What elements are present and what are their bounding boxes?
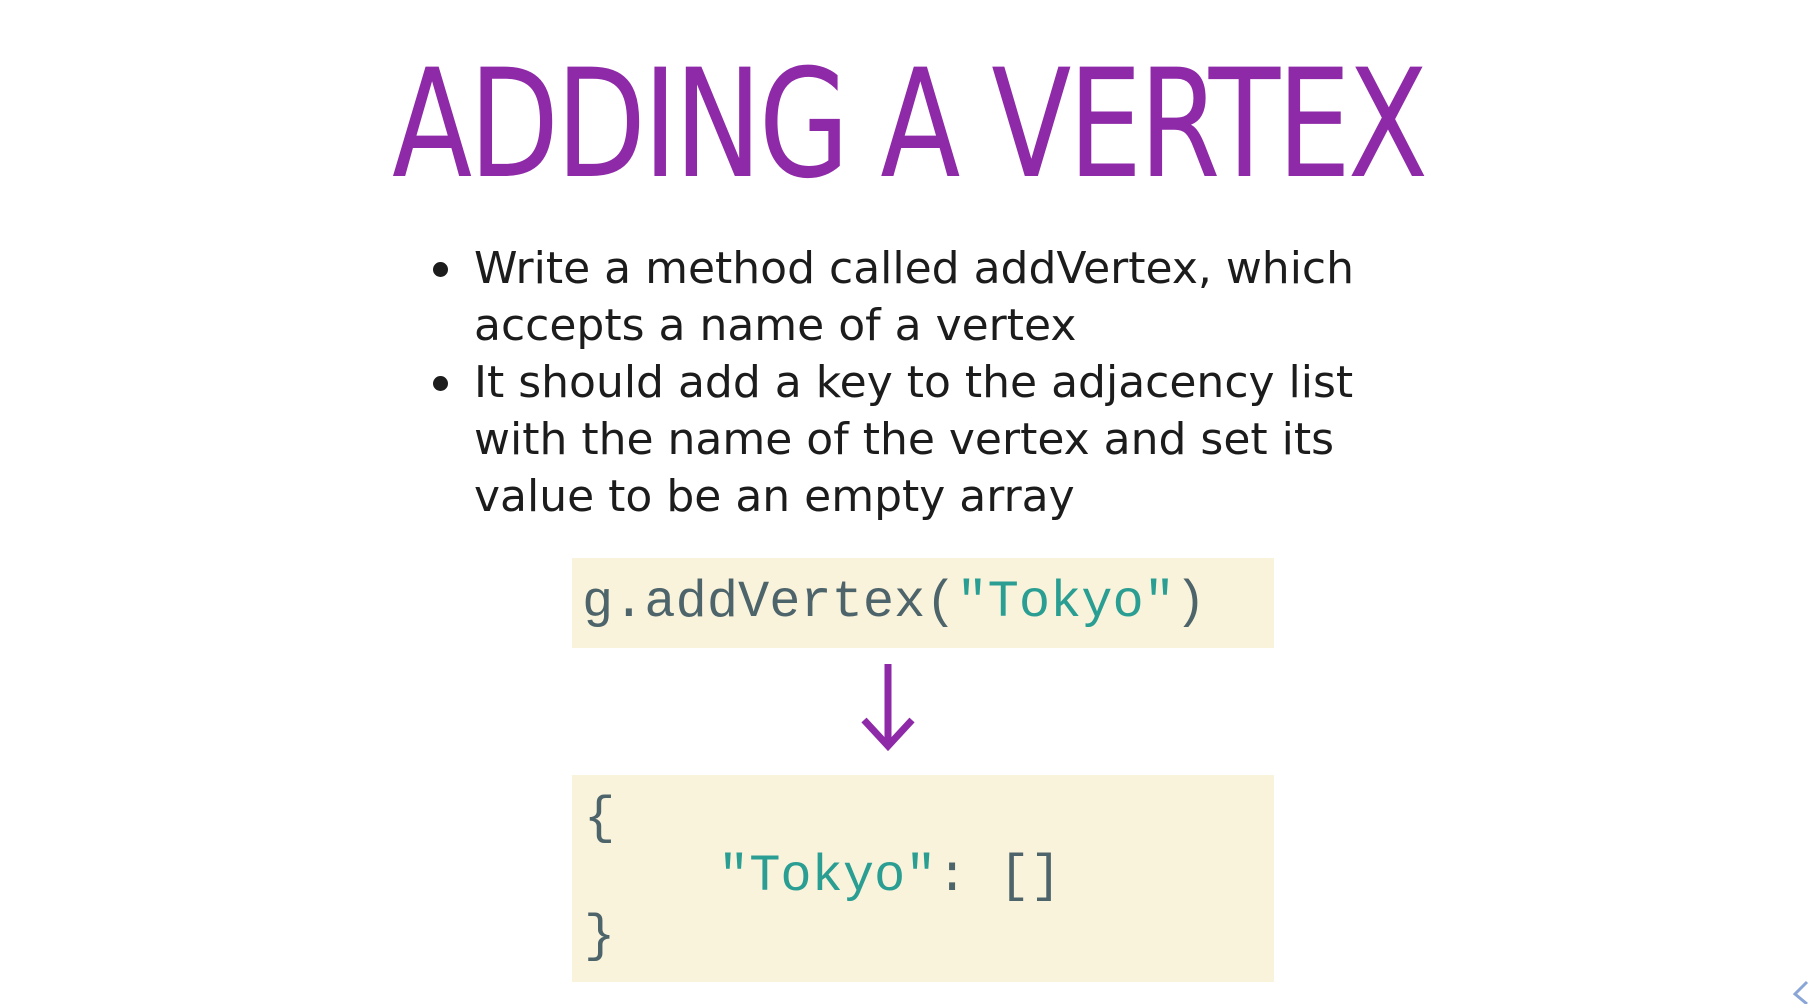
code-call-prefix: g.addVertex( <box>582 573 957 632</box>
bullet-list: Write a method called addVertex, which a… <box>428 240 1428 525</box>
code-result-separator: : <box>936 847 999 906</box>
code-key-value-line: "Tokyo": [] <box>718 847 1061 907</box>
code-result-value: [] <box>998 847 1062 906</box>
bullet-item: It should add a key to the adjacency lis… <box>428 354 1428 525</box>
code-open-brace: { <box>584 789 616 848</box>
code-result-block: { "Tokyo": [] } <box>572 775 1274 982</box>
chevron-left-icon[interactable] <box>1787 978 1813 1004</box>
bullet-dot-icon <box>433 262 448 277</box>
bullet-dot-icon <box>433 376 448 391</box>
bullet-item: Write a method called addVertex, which a… <box>428 240 1428 354</box>
code-call-suffix: ) <box>1174 573 1207 632</box>
slide: ADDING A VERTEX Write a method called ad… <box>0 0 1817 1006</box>
down-arrow-icon <box>861 664 915 752</box>
bullet-text: It should add a key to the adjacency lis… <box>474 357 1354 522</box>
code-close-brace: } <box>584 907 616 966</box>
code-call-block: g.addVertex("Tokyo") <box>572 558 1274 648</box>
slide-title: ADDING A VERTEX <box>392 38 1428 212</box>
code-call-argument: "Tokyo" <box>956 573 1175 632</box>
code-result-key: "Tokyo" <box>718 847 937 906</box>
bullet-text: Write a method called addVertex, which a… <box>474 243 1354 351</box>
